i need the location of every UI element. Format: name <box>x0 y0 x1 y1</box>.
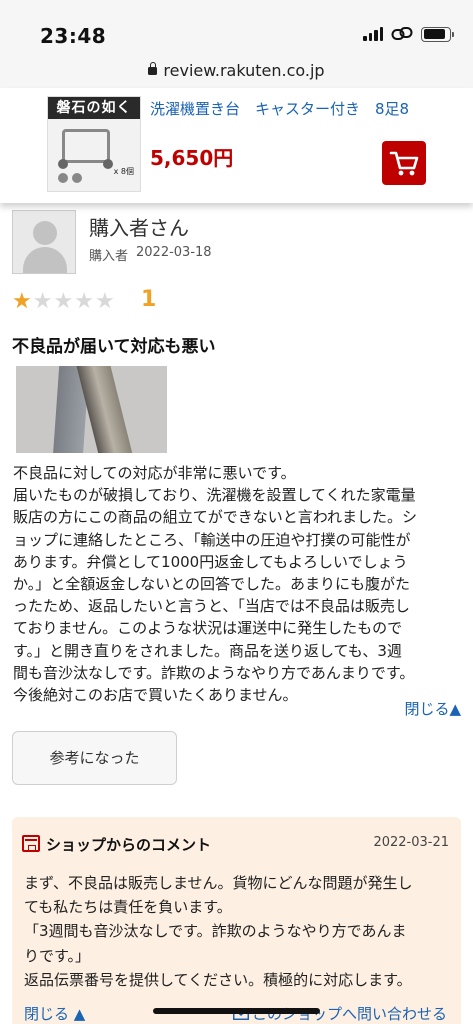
review-line: 販店の方にこの商品の組立てができないと言われました。シ <box>13 508 417 527</box>
lock-icon <box>148 62 158 75</box>
shop-comment-line: 「3週間も音沙汰なしです。詐欺のようなやり方であんま <box>24 922 407 941</box>
review-date: 2022-03-18 <box>136 245 212 260</box>
shop-comment-date: 2022-03-21 <box>373 835 449 850</box>
shop-comment-body: まず、不良品は販売しません。貨物にどんな問題が発生し ても私たちは責任を負います… <box>24 871 452 992</box>
rating-value: 1 <box>141 287 157 312</box>
shop-comment-title: ショップからのコメント <box>46 836 212 854</box>
battery-icon <box>421 26 454 42</box>
review-body: 不良品に対しての対応が非常に悪いです。 届いたものが破損しており、洗濯機を設置し… <box>13 462 463 706</box>
cart-button[interactable] <box>382 141 426 185</box>
review-photo[interactable] <box>16 366 167 453</box>
review-line: 間も音沙汰なしです。詐欺のようなやり方であんまりです。 <box>13 663 415 682</box>
status-icons <box>363 26 454 42</box>
review-title: 不良品が届いて対応も悪い <box>12 337 216 357</box>
url-text: review.rakuten.co.jp <box>163 61 325 80</box>
url-bar[interactable]: review.rakuten.co.jp <box>0 58 473 88</box>
review-line: 不良品に対しての対応が非常に悪いです。 <box>13 464 296 482</box>
thumbnail-title: 磐石の如く <box>48 97 140 119</box>
star-icon: ★ <box>94 289 115 314</box>
review-line: ておりません。このような状況は運送中に発生したもので <box>13 619 403 638</box>
review-line: か。」と全額返金しないとの回答でした。あまりにも腹がた <box>13 575 411 594</box>
cart-icon <box>389 151 419 176</box>
shop-icon <box>22 835 40 852</box>
helpful-button[interactable]: 参考になった <box>12 731 177 785</box>
thumbnail-image: x 8個 <box>48 119 140 191</box>
star-icon: ★ <box>74 289 94 314</box>
review-collapse-link[interactable]: 閉じる▲ <box>404 698 461 719</box>
shop-comment-line: まず、不良品は販売しません。貨物にどんな問題が発生し <box>24 874 413 892</box>
reviewer-avatar <box>12 210 76 274</box>
shop-comment-line: 返品伝票番号を提供してください。積極的に対応します。 <box>24 970 412 989</box>
status-time: 23:48 <box>40 24 107 48</box>
home-indicator <box>153 1008 320 1014</box>
product-header: 磐石の如く x 8個 洗濯機置き台 キャスター付き 8足8 5,650円 <box>0 88 473 203</box>
shop-comment-panel: ショップからのコメント 2022-03-21 まず、不良品は販売しません。貨物に… <box>12 817 461 1024</box>
star-icon: ★ <box>53 289 74 314</box>
review-line: 今後絶対このお店で買いたくありません。 <box>13 686 298 705</box>
battery-level <box>423 29 445 39</box>
review-line: す。」と開き直りをされました。商品を送り返しても、3週 <box>13 641 402 660</box>
cellular-signal-icon <box>363 27 383 41</box>
product-thumbnail[interactable]: 磐石の如く x 8個 <box>47 96 141 192</box>
product-price: 5,650円 <box>150 146 234 170</box>
reviewer-role: 購入者 <box>89 249 129 264</box>
shop-comment-line: りです。」 <box>24 946 91 965</box>
review-line: あります。弁償として1000円返金してもよろしいでしょう <box>13 552 408 571</box>
reviewer-name: 購入者さん <box>89 216 189 240</box>
star-icon: ★ <box>12 289 32 314</box>
status-bar: 23:48 <box>0 0 473 58</box>
review-line: ョップに連絡したところ、「輸送中の圧迫や打撲の可能性が <box>13 530 411 549</box>
shop-comment-line: ても私たちは責任を負います。 <box>24 898 232 917</box>
review-line: 届いたものが破損しており、洗濯機を設置してくれた家電量 <box>13 486 416 505</box>
link-icon <box>391 27 413 40</box>
shop-comment-collapse-link[interactable]: 閉じる ▲ <box>24 1003 85 1024</box>
star-icon: ★ <box>32 289 53 314</box>
star-rating: ★ ★ ★ ★ ★ <box>12 290 115 314</box>
product-name-link[interactable]: 洗濯機置き台 キャスター付き 8足8 <box>150 98 409 119</box>
review-line: ったため、返品したいと言うと、「当店では不良品は販売し <box>13 597 410 616</box>
thumbnail-caption: x 8個 <box>113 167 134 176</box>
